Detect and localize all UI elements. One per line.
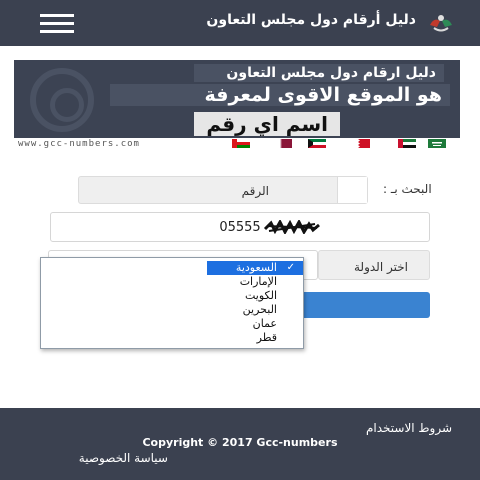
site-title[interactable]: دليل أرقام دول مجلس التعاون — [206, 12, 416, 28]
banner-line-2: هو الموقع الاقوى لمعرفة — [110, 84, 450, 106]
privacy-link[interactable]: سياسة الخصوصية — [79, 451, 168, 465]
terms-link[interactable]: شروط الاستخدام — [366, 421, 452, 435]
search-by-select[interactable]: الرقم — [78, 176, 368, 204]
phone-number-input[interactable] — [50, 212, 430, 242]
banner-line-1: دليل ارقام دول مجلس التعاون — [194, 64, 444, 82]
qatar-flag — [274, 139, 292, 148]
hands-logo-icon — [430, 15, 452, 32]
option-kuwait[interactable]: الكويت — [77, 289, 277, 303]
hamburger-menu-icon[interactable] — [40, 14, 74, 33]
bahrain-flag — [352, 139, 370, 148]
option-uae[interactable]: الإمارات — [77, 275, 277, 289]
country-label: اختر الدولة — [354, 260, 408, 274]
uae-flag — [398, 139, 416, 148]
page: دليل أرقام دول مجلس التعاون دليل ارقام د… — [0, 0, 480, 480]
search-by-label: البحث بـ : — [383, 182, 432, 196]
redacted-scribble — [263, 220, 320, 234]
promo-banner: دليل ارقام دول مجلس التعاون هو الموقع ال… — [14, 60, 460, 138]
copyright-text: Copyright © 2017 Gcc-numbers — [142, 436, 338, 449]
oman-flag — [232, 139, 250, 148]
banner-line-3: اسم اي رقم — [194, 112, 340, 136]
country-dropdown-list[interactable]: السعودية ✓ الإمارات الكويت البحرين عمان … — [40, 257, 304, 349]
checkmark-icon: ✓ — [286, 262, 295, 273]
option-qatar[interactable]: قطر — [77, 331, 277, 345]
saudi-arabia-flag — [428, 139, 446, 148]
option-saudi[interactable]: السعودية ✓ — [207, 261, 303, 275]
header-bar: دليل أرقام دول مجلس التعاون — [0, 0, 480, 46]
kuwait-flag — [308, 139, 326, 148]
search-by-value: الرقم — [241, 184, 269, 198]
option-bahrain[interactable]: البحرين — [77, 303, 277, 317]
footer: شروط الاستخدام Copyright © 2017 Gcc-numb… — [0, 408, 480, 480]
phone-watermark-icon — [30, 68, 94, 132]
banner-url: www.gcc-numbers.com — [18, 139, 140, 149]
option-oman[interactable]: عمان — [77, 317, 277, 331]
